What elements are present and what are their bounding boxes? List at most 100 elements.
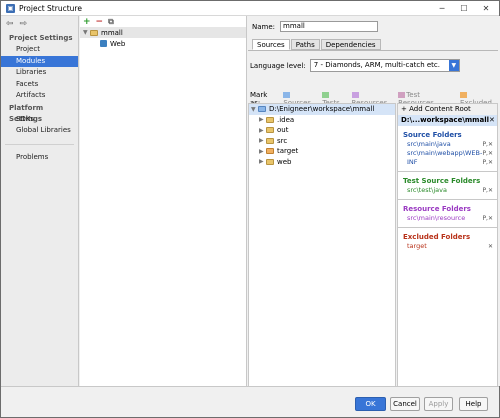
- collapsed-arrow-icon[interactable]: ▶: [259, 116, 266, 123]
- tab-paths[interactable]: Paths: [290, 39, 320, 50]
- folder-icon: [266, 116, 274, 123]
- test-resources-folder-icon: [398, 92, 406, 98]
- resource-folder-path: src\main\resource: [407, 214, 466, 222]
- source-folder-item: src\main\java P,✕: [398, 140, 497, 149]
- tab-dependencies[interactable]: Dependencies: [320, 39, 381, 50]
- test-source-folders-header: Test Source Folders: [403, 177, 481, 185]
- excluded-folder-icon: [266, 148, 274, 155]
- help-button[interactable]: Help: [459, 397, 488, 411]
- language-level-row: Language level: 7 - Diamonds, ARM, multi…: [250, 59, 460, 72]
- remove-root-icon[interactable]: ✕: [489, 115, 495, 126]
- resource-folder-item: src\main\resource P,✕: [398, 214, 497, 223]
- tree-row[interactable]: ▶ target: [249, 146, 395, 157]
- excluded-folders-header: Excluded Folders: [403, 233, 471, 241]
- content-root-panel: + Add Content Root D:\...workspace\mmall…: [397, 103, 498, 388]
- divider: [398, 171, 497, 172]
- module-detail-panel: Name: mmall Sources Paths Dependencies L…: [248, 16, 500, 388]
- module-name: mmall: [101, 28, 123, 37]
- source-folder-item: src\main\webapp\WEB-INF P,✕: [398, 149, 497, 166]
- nav-item-problems[interactable]: Problems: [1, 152, 78, 164]
- web-facet-icon: [100, 40, 107, 47]
- add-icon[interactable]: +: [83, 17, 91, 27]
- directory-tree: ▼ D:\Enigneer\workspace\mmall ▶ .idea ▶ …: [248, 103, 396, 388]
- modules-panel: + − ⧉ ▼ mmall Web: [80, 16, 247, 386]
- ok-button[interactable]: OK: [355, 397, 386, 411]
- collapsed-arrow-icon[interactable]: ▶: [259, 158, 266, 165]
- folder-icon: [258, 106, 266, 113]
- source-folders-header: Source Folders: [403, 131, 462, 139]
- name-row: Name: mmall: [252, 21, 379, 32]
- nav-item-libraries[interactable]: Libraries: [1, 67, 78, 79]
- add-content-root-button[interactable]: + Add Content Root: [398, 104, 497, 115]
- language-level-label: Language level:: [250, 61, 306, 70]
- module-tabs: Sources Paths Dependencies: [252, 39, 382, 50]
- excluded-folder-icon: [460, 92, 468, 98]
- language-level-value: 7 - Diamonds, ARM, multi-catch etc.: [313, 61, 440, 69]
- window-title: Project Structure: [19, 3, 82, 13]
- folder-icon: [266, 137, 274, 144]
- tree-row[interactable]: ▶ .idea: [249, 115, 395, 126]
- forward-icon[interactable]: ⇨: [20, 19, 28, 29]
- nav-item-modules[interactable]: Modules: [1, 55, 78, 67]
- sources-tab-panel: Language level: 7 - Diamonds, ARM, multi…: [248, 50, 498, 388]
- window-controls: ─ ☐ ✕: [431, 2, 497, 14]
- edit-remove-icon[interactable]: P,✕: [482, 158, 493, 167]
- content-root-header: D:\...workspace\mmall ✕: [398, 115, 497, 126]
- close-icon[interactable]: ✕: [475, 2, 497, 14]
- tree-root-label: D:\Enigneer\workspace\mmall: [269, 105, 375, 114]
- collapsed-arrow-icon[interactable]: ▶: [259, 148, 266, 155]
- project-structure-window: ▣ Project Structure ─ ☐ ✕ ⇦ ⇨ Project Se…: [0, 0, 500, 418]
- tree-row-label: .idea: [277, 115, 295, 124]
- excluded-folder-path: target: [407, 242, 427, 250]
- nav-item-global-libraries[interactable]: Global Libraries: [1, 125, 78, 137]
- edit-remove-icon[interactable]: P,✕: [482, 214, 493, 223]
- back-icon[interactable]: ⇦: [6, 19, 14, 29]
- source-folder-path: .: [407, 158, 410, 166]
- copy-icon[interactable]: ⧉: [108, 17, 114, 27]
- language-level-select[interactable]: 7 - Diamonds, ARM, multi-catch etc. ▼: [309, 59, 460, 72]
- remove-icon[interactable]: ✕: [488, 242, 493, 251]
- tree-row-label: target: [277, 147, 299, 156]
- collapsed-arrow-icon[interactable]: ▶: [259, 137, 266, 144]
- tree-row-label: web: [277, 157, 292, 166]
- module-tree-root[interactable]: ▼ mmall: [80, 27, 246, 38]
- test-source-folder-path: src\test\java: [407, 186, 447, 194]
- module-tree-web[interactable]: Web: [80, 38, 246, 49]
- tree-row-label: src: [277, 136, 288, 145]
- edit-remove-icon[interactable]: P,✕: [482, 140, 493, 149]
- tree-row[interactable]: ▶ src: [249, 136, 395, 147]
- chevron-down-icon[interactable]: ▼: [448, 60, 459, 71]
- tab-sources[interactable]: Sources: [252, 39, 290, 50]
- settings-sidebar: ⇦ ⇨ Project Settings Project Modules Lib…: [1, 16, 79, 386]
- edit-remove-icon[interactable]: P,✕: [482, 186, 493, 195]
- folder-icon: [266, 127, 274, 134]
- name-field[interactable]: mmall: [280, 21, 379, 32]
- tree-root-row[interactable]: ▼ D:\Enigneer\workspace\mmall: [249, 104, 395, 115]
- divider: [398, 199, 497, 200]
- apply-button[interactable]: Apply: [424, 397, 453, 411]
- minimize-icon[interactable]: ─: [431, 2, 453, 14]
- nav-arrows: ⇦ ⇨: [1, 16, 78, 32]
- content-root-path: D:\...workspace\mmall: [401, 116, 489, 124]
- tree-row[interactable]: ▶ out: [249, 125, 395, 136]
- tree-row[interactable]: ▶ web: [249, 157, 395, 168]
- platform-settings-header: Platform Settings: [9, 103, 44, 123]
- sidebar-divider: [5, 143, 74, 145]
- remove-icon[interactable]: −: [96, 17, 104, 27]
- modules-toolbar: + − ⧉: [80, 16, 246, 27]
- folder-icon: [266, 158, 274, 165]
- expand-arrow-icon[interactable]: ▼: [251, 106, 258, 113]
- web-facet-label: Web: [110, 39, 126, 48]
- maximize-icon[interactable]: ☐: [453, 2, 475, 14]
- nav-item-facets[interactable]: Facets: [1, 79, 78, 91]
- collapsed-arrow-icon[interactable]: ▶: [259, 127, 266, 134]
- title-bar: ▣ Project Structure ─ ☐ ✕: [1, 1, 499, 16]
- nav-item-project[interactable]: Project: [1, 44, 78, 56]
- nav-item-artifacts[interactable]: Artifacts: [1, 90, 78, 102]
- expand-arrow-icon[interactable]: ▼: [83, 29, 90, 36]
- dialog-button-bar: OK Cancel Apply Help: [1, 386, 499, 417]
- edit-remove-icon[interactable]: P,✕: [482, 149, 493, 158]
- resources-folder-icon: [351, 92, 359, 98]
- module-folder-icon: [90, 29, 98, 36]
- cancel-button[interactable]: Cancel: [390, 397, 420, 411]
